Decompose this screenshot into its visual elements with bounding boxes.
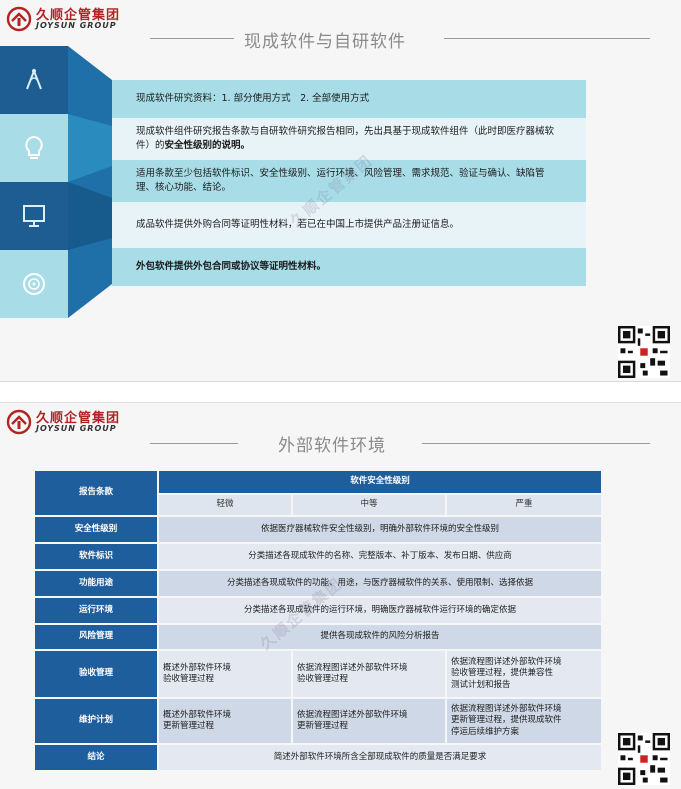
section-title: 外部软件环境 bbox=[278, 436, 386, 456]
title-rule-left bbox=[150, 443, 238, 444]
table-row: 验收管理 概述外部软件环境 验收管理过程 依据流程图详述外部软件环境 验收管理过… bbox=[35, 651, 602, 697]
finished-software-row: 成品软件提供外购合同等证明性材料，若已在中国上市提供产品注册证信息。 bbox=[112, 202, 586, 248]
disc-icon bbox=[0, 250, 68, 318]
header-level-minor: 轻微 bbox=[159, 495, 291, 515]
header-level-major: 严重 bbox=[447, 495, 602, 515]
section-title: 现成软件与自研软件 bbox=[244, 32, 406, 52]
qr-code bbox=[618, 326, 670, 378]
cell-moderate: 依据流程图详述外部软件环境 验收管理过程 bbox=[293, 651, 445, 697]
header-level-moderate: 中等 bbox=[293, 495, 445, 515]
row-strong-text: 外包软件提供外包合同或协议等证明性材料。 bbox=[136, 260, 327, 272]
row-content: 分类描述各现成软件的运行环境，明确医疗器械软件运行环境的确定依据 bbox=[159, 598, 602, 623]
title-rule-left bbox=[150, 38, 234, 39]
cell-major: 依据流程图详述外部软件环境 验收管理过程，提供兼容性 测试计划和报告 bbox=[447, 651, 602, 697]
row-text: 成品软件提供外购合同等证明性材料，若已在中国上市提供产品注册证信息。 bbox=[136, 218, 460, 230]
row-content: 提供各现成软件的风险分析报告 bbox=[159, 625, 602, 649]
logo-english-name: JOYSUN GROUP bbox=[36, 21, 117, 30]
company-logo: 久顺企管集团 JOYSUN GROUP bbox=[6, 407, 136, 437]
qr-code bbox=[618, 733, 670, 785]
title-rule-right bbox=[422, 443, 650, 444]
row-label: 运行环境 bbox=[35, 598, 157, 623]
cell-minor: 概述外部软件环境 验收管理过程 bbox=[159, 651, 291, 697]
row-label: 维护计划 bbox=[35, 699, 157, 743]
applicable-clauses-row: 适用条款至少包括软件标识、安全性级别、运行环境、风险管理、需求规范、验证与确认、… bbox=[112, 160, 586, 202]
title-rule-right bbox=[444, 38, 650, 39]
cell-moderate: 依据流程图详述外部软件环境 更新管理过程 bbox=[293, 699, 445, 743]
company-logo: 久顺企管集团 JOYSUN GROUP bbox=[6, 4, 136, 34]
row-strong-text: 安全性级别的说明。 bbox=[164, 140, 251, 151]
row-text: 适用条款至少包括软件标识、安全性级别、运行环境、风险管理、需求规范、验证与确认、… bbox=[136, 167, 545, 193]
table-row: 软件标识 分类描述各现成软件的名称、完整版本、补丁版本、发布日期、供应商 bbox=[35, 544, 602, 569]
table-row: 运行环境 分类描述各现成软件的运行环境，明确医疗器械软件运行环境的确定依据 bbox=[35, 598, 602, 623]
monitor-icon bbox=[0, 182, 68, 250]
table-row: 风险管理 提供各现成软件的风险分析报告 bbox=[35, 625, 602, 649]
row-label: 安全性级别 bbox=[35, 517, 157, 542]
antenna-icon bbox=[0, 46, 68, 114]
cell-major: 依据流程图详述外部软件环境 更新管理过程，提供现成软件 停运后续维护方案 bbox=[447, 699, 602, 743]
table-row: 维护计划 概述外部软件环境 更新管理过程 依据流程图详述外部软件环境 更新管理过… bbox=[35, 699, 602, 743]
connector-shape bbox=[68, 46, 112, 318]
row-label: 软件标识 bbox=[35, 544, 157, 569]
row-label: 结论 bbox=[35, 745, 157, 770]
table-row: 安全性级别 依据医疗器械软件安全性级别，明确外部软件环境的安全性级别 bbox=[35, 517, 602, 542]
header-safety-level: 软件安全性级别 bbox=[159, 471, 602, 493]
row-label: 功能用途 bbox=[35, 571, 157, 596]
logo-mark-icon bbox=[6, 409, 32, 435]
table-row: 功能用途 分类描述各现成软件的功能、用途，与医疗器械软件的关系、使用限制、选择依… bbox=[35, 571, 602, 596]
row-content: 分类描述各现成软件的功能、用途，与医疗器械软件的关系、使用限制、选择依据 bbox=[159, 571, 602, 596]
slide-external-software: 久顺企管集团 JOYSUN GROUP 外部软件环境 报告条款 软件安全性级别 … bbox=[0, 402, 681, 789]
cell-minor: 概述外部软件环境 更新管理过程 bbox=[159, 699, 291, 743]
row-content: 简述外部软件环境所含全部现成软件的质量是否满足要求 bbox=[159, 745, 602, 770]
header-clause: 报告条款 bbox=[35, 471, 157, 515]
logo-english-name: JOYSUN GROUP bbox=[36, 424, 117, 433]
icon-column bbox=[0, 46, 68, 318]
table-row: 结论 简述外部软件环境所含全部现成软件的质量是否满足要求 bbox=[35, 745, 602, 770]
slide-software-types: 久顺企管集团 JOYSUN GROUP 现成软件与自研软件 现成软件研究资料：1… bbox=[0, 0, 681, 382]
outsourced-software-row: 外包软件提供外包合同或协议等证明性材料。 bbox=[112, 248, 586, 286]
component-report-row: 现成软件组件研究报告条款与自研软件研究报告相同，先出具基于现成软件组件（此时即医… bbox=[112, 118, 586, 160]
lightbulb-icon bbox=[0, 114, 68, 182]
row-content: 分类描述各现成软件的名称、完整版本、补丁版本、发布日期、供应商 bbox=[159, 544, 602, 569]
research-methods-row: 现成软件研究资料：1. 部分使用方式 2. 全部使用方式 bbox=[112, 80, 586, 118]
row-content: 依据医疗器械软件安全性级别，明确外部软件环境的安全性级别 bbox=[159, 517, 602, 542]
row-label: 风险管理 bbox=[35, 625, 157, 649]
requirements-table: 报告条款 软件安全性级别 轻微 中等 严重 安全性级别 依据医疗器械软件安全性级… bbox=[33, 469, 603, 772]
row-text: 现成软件研究资料：1. 部分使用方式 2. 全部使用方式 bbox=[136, 92, 370, 104]
row-label: 验收管理 bbox=[35, 651, 157, 697]
logo-mark-icon bbox=[6, 6, 32, 32]
